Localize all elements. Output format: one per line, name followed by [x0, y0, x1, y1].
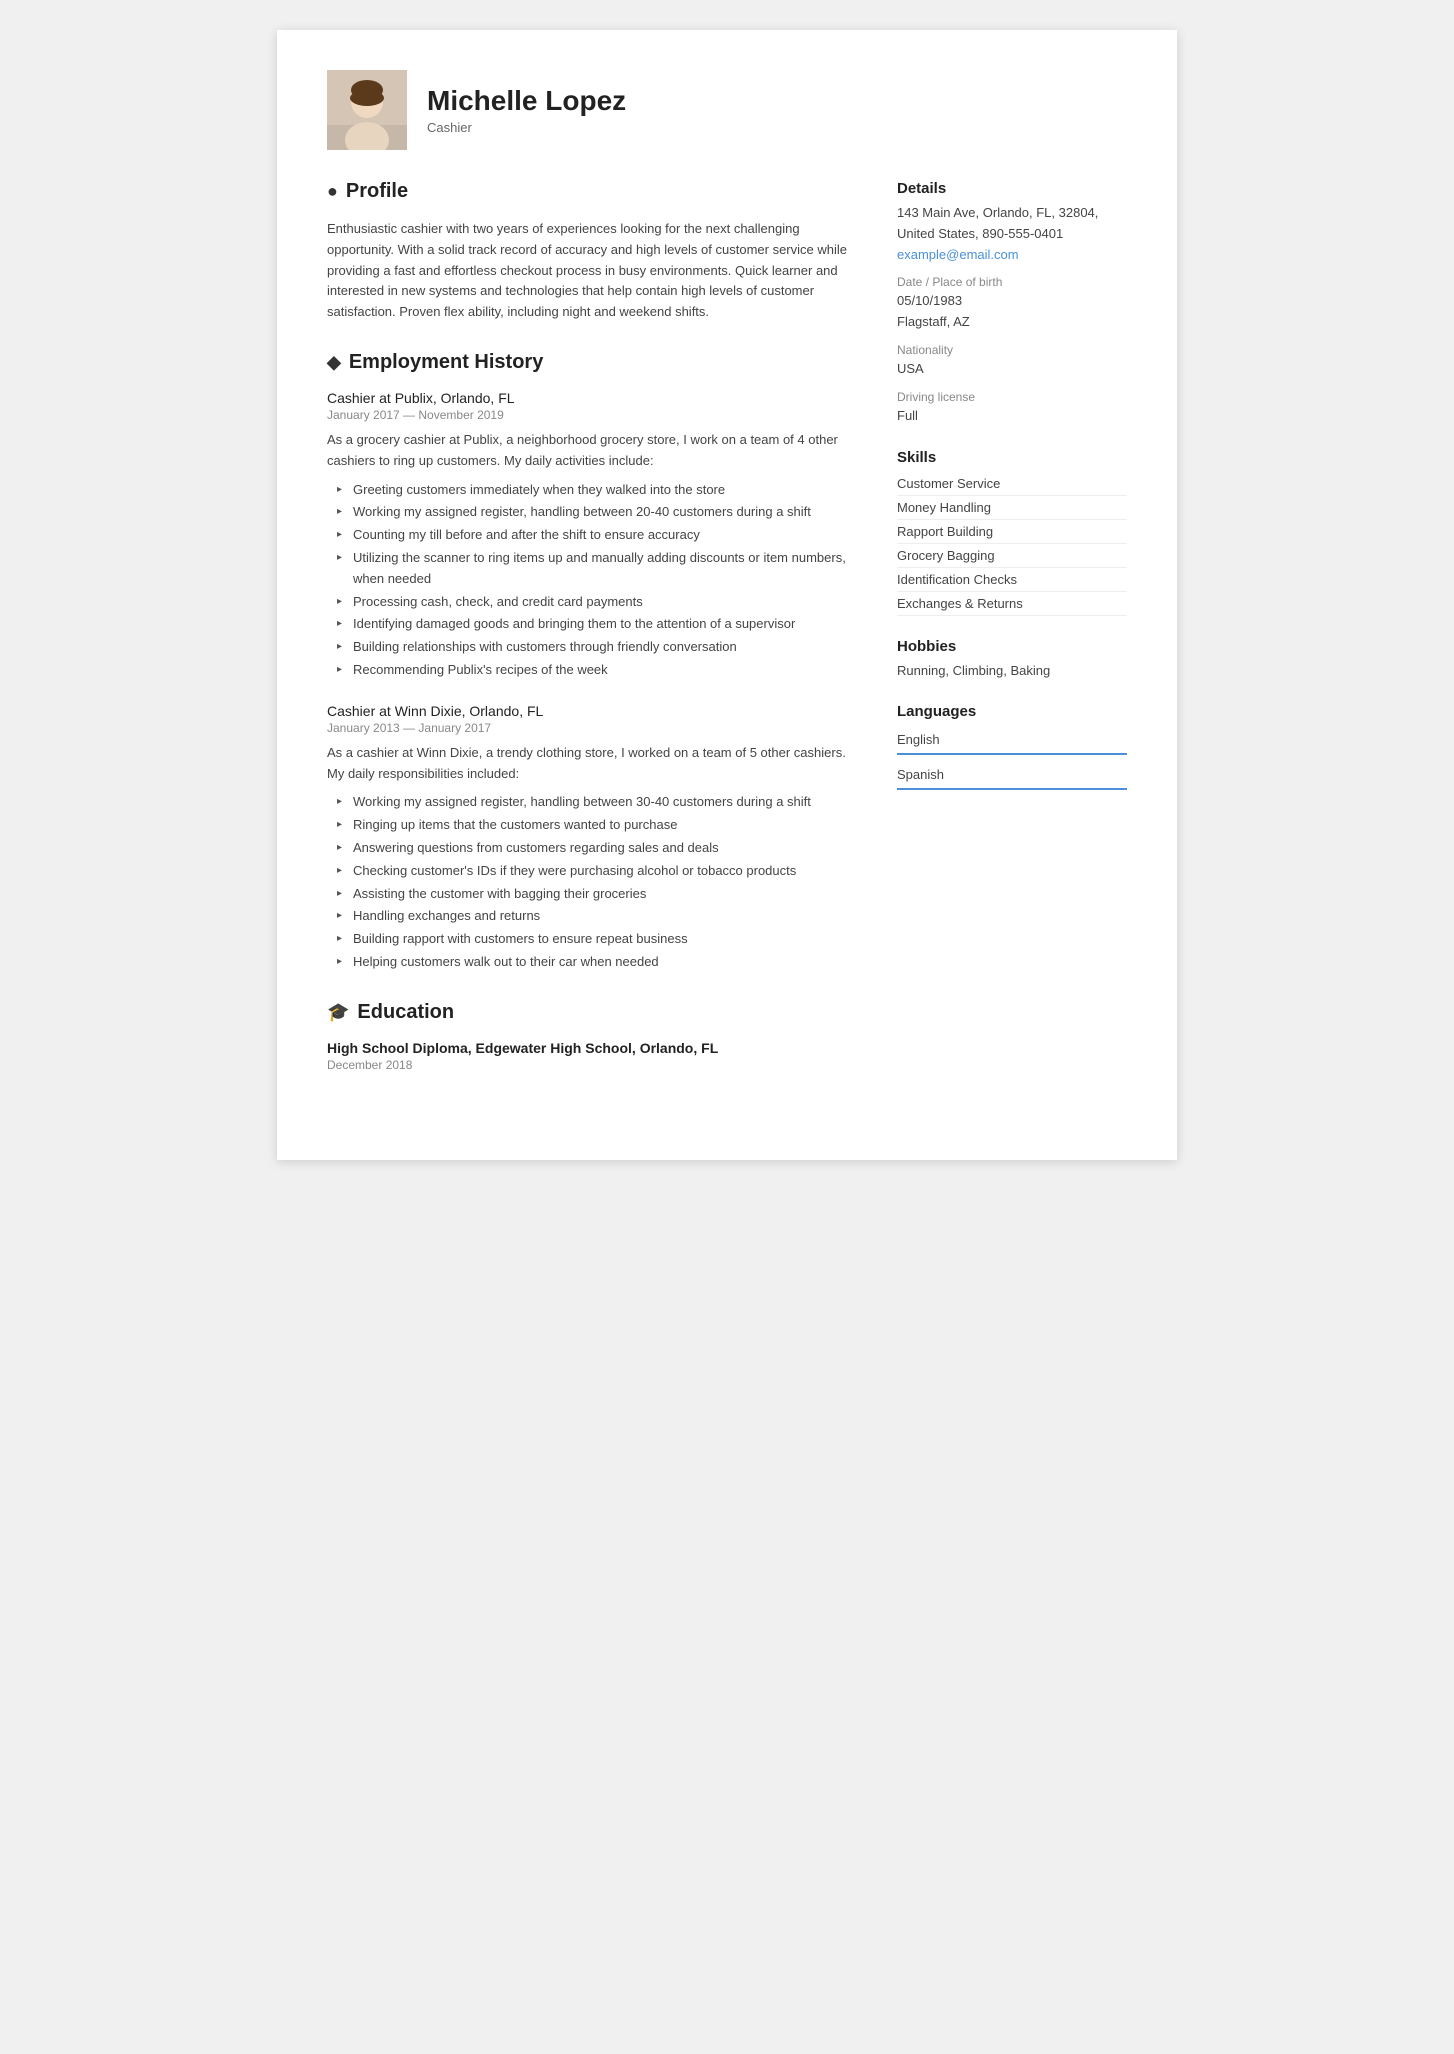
employment-section: ◆ Employment History Cashier at Publix, …: [327, 351, 857, 973]
employment-icon: ◆: [327, 352, 341, 373]
education-entry-1: High School Diploma, Edgewater High Scho…: [327, 1040, 857, 1072]
bullet-item: Identifying damaged goods and bringing t…: [337, 614, 857, 635]
job-desc-2: As a cashier at Winn Dixie, a trendy clo…: [327, 743, 857, 785]
skill-item-2: Money Handling: [897, 496, 1127, 520]
job-dates-1: January 2017 — November 2019: [327, 408, 857, 422]
resume-container: Michelle Lopez Cashier ● Profile Enthusi…: [277, 30, 1177, 1160]
job-dates-2: January 2013 — January 2017: [327, 721, 857, 735]
profile-text: Enthusiastic cashier with two years of e…: [327, 219, 857, 323]
job-bullets-1: Greeting customers immediately when they…: [337, 480, 857, 681]
edu-date-1: December 2018: [327, 1058, 857, 1072]
bullet-item: Building relationships with customers th…: [337, 637, 857, 658]
header: Michelle Lopez Cashier: [327, 70, 1127, 150]
education-section: 🎓 Education High School Diploma, Edgewat…: [327, 1001, 857, 1072]
job-entry-2: Cashier at Winn Dixie, Orlando, FL Janua…: [327, 703, 857, 973]
avatar-image: [327, 70, 407, 150]
language-item-2: Spanish: [897, 761, 1127, 790]
skill-item-6: Exchanges & Returns: [897, 592, 1127, 616]
header-info: Michelle Lopez Cashier: [427, 85, 626, 135]
skill-item-3: Rapport Building: [897, 520, 1127, 544]
profile-icon: ●: [327, 181, 338, 202]
hobbies-section: Hobbies Running, Climbing, Baking: [897, 638, 1127, 682]
candidate-name: Michelle Lopez: [427, 85, 626, 117]
bullet-item: Handling exchanges and returns: [337, 906, 857, 927]
license-label: Driving license: [897, 390, 1127, 404]
details-section: Details 143 Main Ave, Orlando, FL, 32804…: [897, 180, 1127, 427]
details-address: 143 Main Ave, Orlando, FL, 32804, United…: [897, 203, 1127, 245]
bullet-item: Counting my till before and after the sh…: [337, 525, 857, 546]
candidate-title: Cashier: [427, 120, 626, 135]
bullet-item: Utilizing the scanner to ring items up a…: [337, 548, 857, 590]
job-title-2: Cashier at Winn Dixie, Orlando, FL: [327, 703, 857, 719]
skills-section: Skills Customer Service Money Handling R…: [897, 449, 1127, 616]
hobbies-heading: Hobbies: [897, 638, 1127, 655]
left-column: ● Profile Enthusiastic cashier with two …: [327, 180, 857, 1100]
dob-label: Date / Place of birth: [897, 275, 1127, 289]
pob-value: Flagstaff, AZ: [897, 312, 1127, 333]
languages-heading: Languages: [897, 703, 1127, 720]
license-value: Full: [897, 406, 1127, 427]
language-item-1: English: [897, 726, 1127, 755]
profile-section-title: ● Profile: [327, 180, 857, 207]
avatar: [327, 70, 407, 150]
job-desc-1: As a grocery cashier at Publix, a neighb…: [327, 430, 857, 472]
bullet-item: Greeting customers immediately when they…: [337, 480, 857, 501]
email-link[interactable]: example@email.com: [897, 247, 1019, 262]
skill-item-5: Identification Checks: [897, 568, 1127, 592]
bullet-item: Checking customer's IDs if they were pur…: [337, 861, 857, 882]
bullet-item: Working my assigned register, handling b…: [337, 502, 857, 523]
skills-heading: Skills: [897, 449, 1127, 466]
main-content: ● Profile Enthusiastic cashier with two …: [327, 180, 1127, 1100]
bullet-item: Processing cash, check, and credit card …: [337, 592, 857, 613]
job-title-1: Cashier at Publix, Orlando, FL: [327, 390, 857, 406]
employment-section-title: ◆ Employment History: [327, 351, 857, 378]
details-email: example@email.com: [897, 245, 1127, 266]
dob-value: 05/10/1983: [897, 291, 1127, 312]
languages-section: Languages English Spanish: [897, 703, 1127, 790]
skill-item-1: Customer Service: [897, 472, 1127, 496]
job-bullets-2: Working my assigned register, handling b…: [337, 792, 857, 972]
job-entry-1: Cashier at Publix, Orlando, FL January 2…: [327, 390, 857, 681]
profile-section: ● Profile Enthusiastic cashier with two …: [327, 180, 857, 323]
bullet-item: Recommending Publix's recipes of the wee…: [337, 660, 857, 681]
nationality-label: Nationality: [897, 343, 1127, 357]
bullet-item: Answering questions from customers regar…: [337, 838, 857, 859]
bullet-item: Ringing up items that the customers want…: [337, 815, 857, 836]
education-section-title: 🎓 Education: [327, 1001, 857, 1028]
edu-degree-1: High School Diploma, Edgewater High Scho…: [327, 1040, 857, 1056]
details-heading: Details: [897, 180, 1127, 197]
hobbies-text: Running, Climbing, Baking: [897, 661, 1127, 682]
bullet-item: Assisting the customer with bagging thei…: [337, 884, 857, 905]
bullet-item: Helping customers walk out to their car …: [337, 952, 857, 973]
bullet-item: Working my assigned register, handling b…: [337, 792, 857, 813]
nationality-value: USA: [897, 359, 1127, 380]
bullet-item: Building rapport with customers to ensur…: [337, 929, 857, 950]
skill-item-4: Grocery Bagging: [897, 544, 1127, 568]
right-column: Details 143 Main Ave, Orlando, FL, 32804…: [897, 180, 1127, 1100]
education-icon: 🎓: [327, 1002, 349, 1023]
